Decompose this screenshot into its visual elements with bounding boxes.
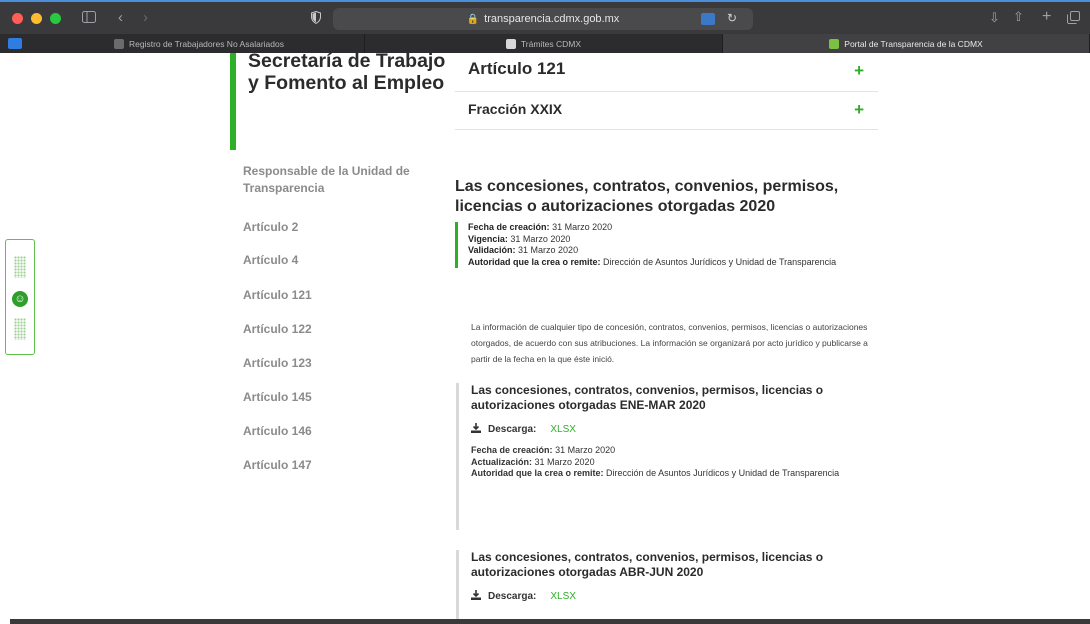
nav-item-articulo-122[interactable]: Artículo 122 bbox=[243, 321, 312, 338]
meta-value: Dirección de Asuntos Jurídicos y Unidad … bbox=[603, 256, 837, 267]
sidebar-icon[interactable] bbox=[82, 11, 96, 26]
section-accent-bar bbox=[230, 53, 236, 150]
document-meta: Fecha de creación: 31 Marzo 2020 Actuali… bbox=[471, 445, 871, 480]
meta-label: Actualización: bbox=[471, 456, 533, 467]
xlsx-download-link[interactable]: XLSX bbox=[550, 591, 576, 602]
tab-favicon-icon bbox=[114, 38, 124, 49]
audio-icon[interactable] bbox=[701, 13, 715, 25]
browser-window: ‹ › 🔒 transparencia.cdmx.gob.mx ↻ ⇩ ⇧ + … bbox=[0, 0, 1090, 624]
window-controls bbox=[12, 13, 61, 24]
nav-item-articulo-123[interactable]: Artículo 123 bbox=[243, 355, 312, 372]
download-icon[interactable]: ⇩ bbox=[989, 11, 1000, 24]
window-bottom-edge bbox=[10, 619, 1090, 624]
meta-label: Validación: bbox=[468, 245, 516, 255]
download-label: Descarga: bbox=[488, 424, 537, 435]
shield-icon[interactable] bbox=[311, 10, 321, 27]
drag-handle-icon[interactable] bbox=[14, 256, 26, 278]
accordion-article-title: Artículo 121 bbox=[468, 59, 566, 78]
meta-value: Dirección de Asuntos Jurídicos y Unidad … bbox=[606, 468, 840, 478]
nav-item-articulo-121[interactable]: Artículo 121 bbox=[243, 287, 312, 304]
nav-item-responsable[interactable]: Responsable de la Unidad de Transparenci… bbox=[243, 163, 428, 197]
meta-label: Fecha de creación: bbox=[468, 222, 550, 232]
zoom-window-button[interactable] bbox=[50, 13, 61, 24]
accordion-fraction[interactable]: Fracción XXIX + bbox=[455, 92, 878, 130]
tab-portal-transparencia[interactable]: Portal de Transparencia de la CDMX bbox=[723, 34, 1090, 53]
content-meta: Fecha de creación: 31 Marzo 2020 Vigenci… bbox=[455, 222, 875, 268]
accessibility-widget[interactable]: ☺ bbox=[5, 239, 35, 355]
tab-registro-trabajadores[interactable]: Registro de Trabajadores No Asalariados bbox=[34, 34, 365, 53]
plus-icon[interactable]: + bbox=[1042, 9, 1051, 25]
meta-label: Autoridad que la crea o remite: bbox=[468, 256, 601, 267]
page-content: ☺ Secretaría de Trabajo y Fomento al Emp… bbox=[0, 53, 1090, 624]
pinned-tab-icon[interactable] bbox=[8, 38, 22, 49]
nav-item-articulo-4[interactable]: Artículo 4 bbox=[243, 252, 298, 269]
tab-label: Registro de Trabajadores No Asalariados bbox=[129, 38, 284, 49]
document-title: Las concesiones, contratos, convenios, p… bbox=[471, 550, 824, 579]
download-icon bbox=[471, 590, 481, 603]
url-text: transparencia.cdmx.gob.mx bbox=[484, 13, 620, 25]
address-bar[interactable]: 🔒 transparencia.cdmx.gob.mx ↻ bbox=[333, 8, 753, 30]
minimize-window-button[interactable] bbox=[31, 13, 42, 24]
accordion-article[interactable]: Artículo 121 + bbox=[455, 53, 878, 92]
content-title: Las concesiones, contratos, convenios, p… bbox=[455, 178, 839, 215]
document-title: Las concesiones, contratos, convenios, p… bbox=[471, 383, 824, 412]
nav-item-articulo-145[interactable]: Artículo 145 bbox=[243, 389, 312, 406]
tab-tramites-cdmx[interactable]: Trámites CDMX bbox=[365, 34, 723, 53]
chevron-right-icon[interactable]: › bbox=[143, 10, 148, 25]
meta-label: Autoridad que la crea o remite: bbox=[471, 468, 604, 478]
download-row: Descarga: XLSX bbox=[471, 590, 881, 603]
meta-value: 31 Marzo 2020 bbox=[534, 456, 595, 467]
drag-handle-icon[interactable] bbox=[14, 318, 26, 340]
download-icon bbox=[471, 423, 481, 436]
reload-icon[interactable]: ↻ bbox=[727, 11, 737, 25]
share-icon[interactable]: ⇧ bbox=[1013, 10, 1024, 23]
download-label: Descarga: bbox=[488, 591, 537, 602]
meta-value: 31 Marzo 2020 bbox=[552, 222, 613, 232]
section-title: Secretaría de Trabajo y Fomento al Emple… bbox=[248, 53, 446, 94]
accordion-fraction-title: Fracción XXIX bbox=[468, 101, 563, 117]
meta-label: Fecha de creación: bbox=[471, 445, 553, 455]
download-row: Descarga: XLSX bbox=[471, 423, 881, 436]
meta-value: 31 Marzo 2020 bbox=[555, 445, 616, 455]
browser-toolbar: ‹ › 🔒 transparencia.cdmx.gob.mx ↻ ⇩ ⇧ + bbox=[0, 0, 1090, 34]
tab-label: Portal de Transparencia de la CDMX bbox=[844, 38, 983, 49]
meta-value: 31 Marzo 2020 bbox=[518, 245, 579, 255]
tabs-icon[interactable] bbox=[1067, 11, 1080, 27]
lock-icon: 🔒 bbox=[466, 13, 480, 25]
nav-item-articulo-2[interactable]: Artículo 2 bbox=[243, 219, 298, 236]
chevron-left-icon[interactable]: ‹ bbox=[118, 10, 123, 25]
tab-favicon-icon bbox=[829, 38, 840, 49]
content-description: La información de cualquier tipo de conc… bbox=[471, 322, 868, 364]
xlsx-download-link[interactable]: XLSX bbox=[550, 424, 576, 435]
accessibility-icon[interactable]: ☺ bbox=[12, 291, 28, 307]
document-card: Las concesiones, contratos, convenios, p… bbox=[456, 383, 881, 530]
nav-item-articulo-147[interactable]: Artículo 147 bbox=[243, 457, 312, 474]
tab-label: Trámites CDMX bbox=[520, 38, 582, 49]
expand-plus-icon[interactable]: + bbox=[854, 61, 864, 81]
meta-label: Vigencia: bbox=[468, 233, 508, 244]
tab-favicon-icon bbox=[505, 38, 516, 49]
expand-plus-icon[interactable]: + bbox=[854, 100, 864, 120]
document-card: Las concesiones, contratos, convenios, p… bbox=[456, 550, 881, 624]
meta-value: 31 Marzo 2020 bbox=[510, 233, 571, 244]
nav-item-articulo-146[interactable]: Artículo 146 bbox=[243, 423, 312, 440]
close-window-button[interactable] bbox=[12, 13, 23, 24]
